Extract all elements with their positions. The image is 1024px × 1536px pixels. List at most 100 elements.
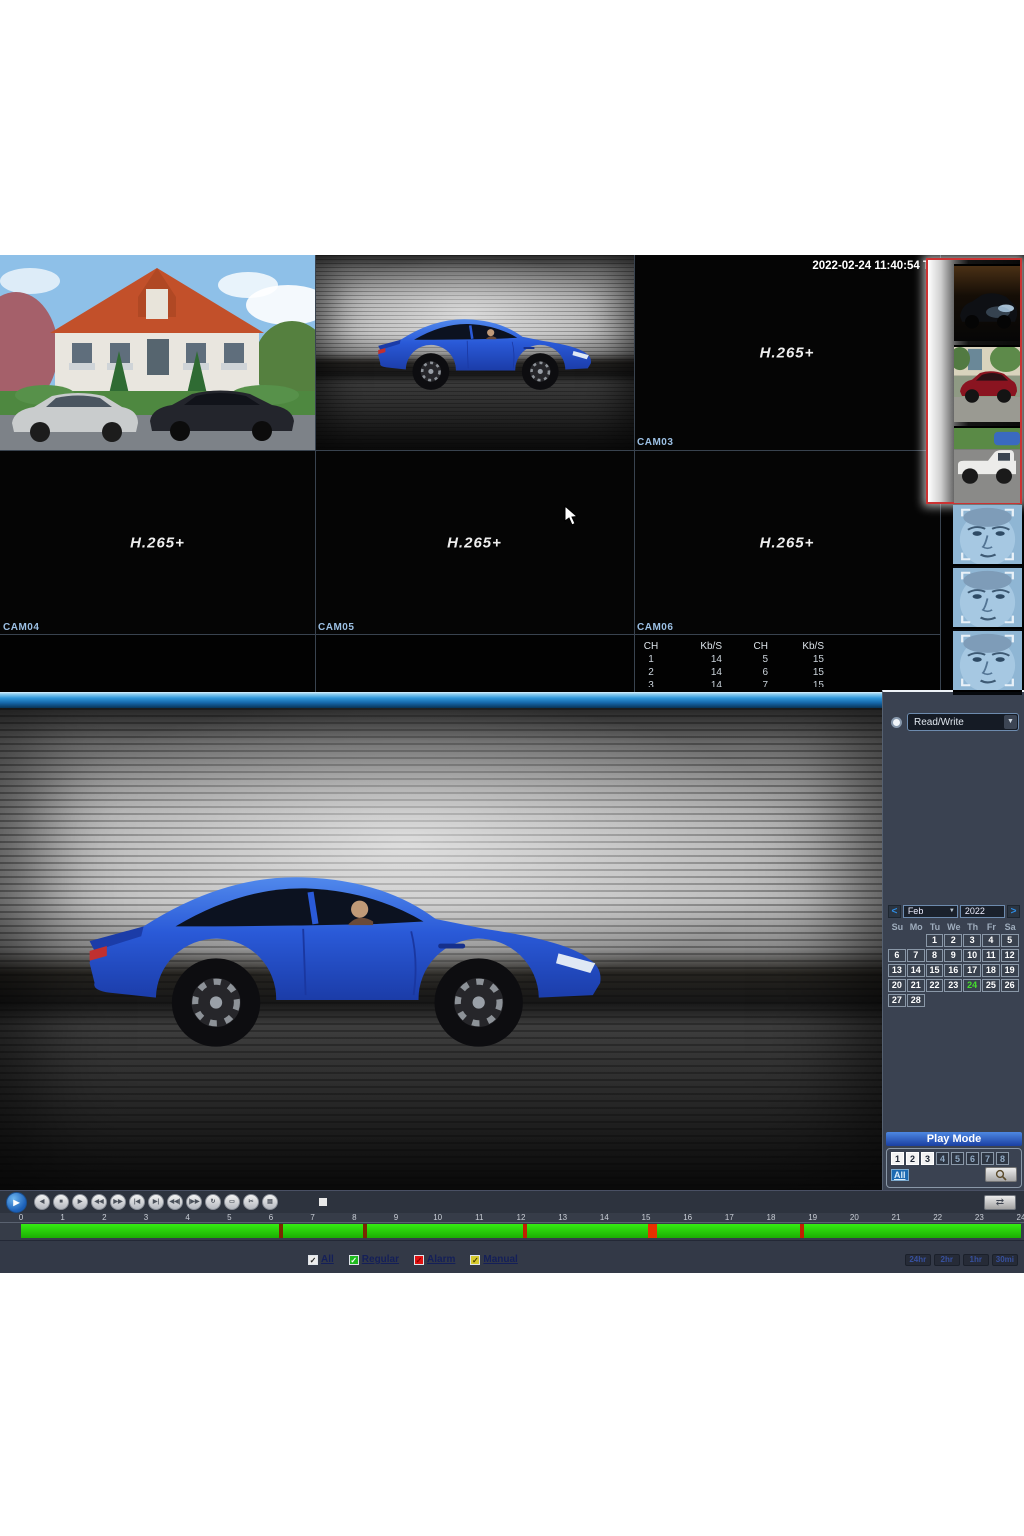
- camera-view-cam04[interactable]: H.265+ CAM04: [0, 450, 315, 635]
- calendar-day-11[interactable]: 11: [982, 949, 1000, 962]
- legend-item-manual[interactable]: ✓Manual: [470, 1254, 517, 1265]
- calendar-day-13[interactable]: 13: [888, 964, 906, 977]
- record-indicator-square: [319, 1198, 327, 1206]
- loop-button[interactable]: ↻: [205, 1194, 221, 1210]
- all-channels-button[interactable]: All: [891, 1169, 909, 1181]
- legend-item-all[interactable]: ✓All: [308, 1254, 334, 1265]
- calendar-day-26[interactable]: 26: [1001, 979, 1019, 992]
- channel-button-1[interactable]: 1: [891, 1152, 904, 1165]
- legend-checkbox-icon[interactable]: ✓: [308, 1255, 318, 1265]
- fast-forward-button[interactable]: ▶▶: [110, 1194, 126, 1210]
- face-snapshot-2[interactable]: [953, 568, 1022, 629]
- calendar-day-24[interactable]: 24: [963, 979, 981, 992]
- legend-checkbox-icon[interactable]: ✓: [414, 1255, 424, 1265]
- calendar-next-button[interactable]: >: [1007, 905, 1020, 918]
- rewind-button[interactable]: ◀◀: [91, 1194, 107, 1210]
- face-snapshot-3[interactable]: [953, 631, 1022, 692]
- camera-view-cam03[interactable]: 2022-02-24 11:40:54 T H.265+ CAM03: [634, 255, 940, 450]
- search-button[interactable]: [985, 1167, 1017, 1182]
- legend-checkbox-icon[interactable]: ✓: [349, 1255, 359, 1265]
- legend-item-regular[interactable]: ✓Regular: [349, 1254, 399, 1265]
- event-thumbnail-red-car[interactable]: [954, 345, 1020, 422]
- range-button-1hr[interactable]: 1hr: [963, 1254, 989, 1266]
- play-button[interactable]: ▶: [6, 1192, 27, 1213]
- bitrate-cell: 3: [636, 679, 666, 687]
- calendar-day-19[interactable]: 19: [1001, 964, 1019, 977]
- calendar-day-1[interactable]: 1: [926, 934, 944, 947]
- timeline-hour-label: 19: [808, 1213, 817, 1223]
- calendar-day-23[interactable]: 23: [944, 979, 962, 992]
- calendar-day-2[interactable]: 2: [944, 934, 962, 947]
- range-button-30mi[interactable]: 30mi: [992, 1254, 1018, 1266]
- legend-checkbox-icon[interactable]: ✓: [470, 1255, 480, 1265]
- prev-file-button[interactable]: ◀◀|: [167, 1194, 183, 1210]
- timeline-hour-label: 17: [725, 1213, 734, 1223]
- next-file-button[interactable]: |▶▶: [186, 1194, 202, 1210]
- calendar-day-20[interactable]: 20: [888, 979, 906, 992]
- channel-button-4[interactable]: 4: [936, 1152, 949, 1165]
- slow-play-button[interactable]: ▶: [72, 1194, 88, 1210]
- camera-grid: 2022-02-24 11:40:54 T H.265+ CAM03 H.265…: [0, 255, 1024, 693]
- event-thumbnail-night-car[interactable]: [954, 264, 1020, 341]
- calendar-day-12[interactable]: 12: [1001, 949, 1019, 962]
- calendar-year-field[interactable]: 2022: [960, 905, 1005, 918]
- calendar-day-22[interactable]: 22: [926, 979, 944, 992]
- calendar-day-16[interactable]: 16: [944, 964, 962, 977]
- calendar-day-3[interactable]: 3: [963, 934, 981, 947]
- range-button-2hr[interactable]: 2hr: [934, 1254, 960, 1266]
- channel-button-7[interactable]: 7: [981, 1152, 994, 1165]
- calendar-day-28[interactable]: 28: [907, 994, 925, 1007]
- channel-button-3[interactable]: 3: [921, 1152, 934, 1165]
- prev-frame-button[interactable]: |◀: [129, 1194, 145, 1210]
- calendar-day-4[interactable]: 4: [982, 934, 1000, 947]
- grid-divider: [634, 255, 635, 693]
- timeline[interactable]: 0123456789101112131415161718192021222324: [0, 1213, 1024, 1240]
- hdd-status-icon: [891, 717, 902, 728]
- channel-button-8[interactable]: 8: [996, 1152, 1009, 1165]
- timeline-hour-label: 5: [227, 1213, 231, 1223]
- hdd-mode-dropdown[interactable]: Read/Write ▼: [907, 713, 1019, 731]
- legend-item-alarm[interactable]: ✓Alarm: [414, 1254, 455, 1265]
- channel-button-2[interactable]: 2: [906, 1152, 919, 1165]
- snapshot-button[interactable]: ▤: [262, 1194, 278, 1210]
- copy-button[interactable]: ▭: [224, 1194, 240, 1210]
- event-thumbnail-white-truck[interactable]: [954, 426, 1020, 503]
- codec-label-cam06: H.265+: [760, 534, 815, 551]
- timeline-hour-label: 15: [642, 1213, 651, 1223]
- calendar-day-25[interactable]: 25: [982, 979, 1000, 992]
- calendar-day-15[interactable]: 15: [926, 964, 944, 977]
- camera-view-cam05[interactable]: H.265+ CAM05: [315, 450, 634, 635]
- calendar-day-18[interactable]: 18: [982, 964, 1000, 977]
- channel-button-5[interactable]: 5: [951, 1152, 964, 1165]
- range-button-24hr[interactable]: 24hr: [905, 1254, 931, 1266]
- reverse-play-button[interactable]: ◀: [34, 1194, 50, 1210]
- calendar-day-14[interactable]: 14: [907, 964, 925, 977]
- calendar-day-5[interactable]: 5: [1001, 934, 1019, 947]
- calendar-day-7[interactable]: 7: [907, 949, 925, 962]
- camera-view-1[interactable]: [0, 255, 315, 450]
- event-thumbnails-panel[interactable]: [926, 258, 1022, 504]
- bitrate-header-cell: Kb/S: [768, 640, 824, 653]
- calendar-day-8[interactable]: 8: [926, 949, 944, 962]
- stop-button[interactable]: ■: [53, 1194, 69, 1210]
- camera-view-2[interactable]: [315, 255, 634, 450]
- calendar-month-dropdown[interactable]: Feb ▼: [903, 905, 958, 918]
- clip-button[interactable]: ✂: [243, 1194, 259, 1210]
- playback-video-view[interactable]: [0, 708, 882, 1190]
- timeline-bar[interactable]: [21, 1224, 1021, 1238]
- camera-view-cam06[interactable]: H.265+ CAM06: [634, 450, 940, 635]
- dropdown-arrow-icon[interactable]: ▼: [1004, 715, 1017, 729]
- calendar-prev-button[interactable]: <: [888, 905, 901, 918]
- calendar-day-10[interactable]: 10: [963, 949, 981, 962]
- calendar-day-9[interactable]: 9: [944, 949, 962, 962]
- channel-button-6[interactable]: 6: [966, 1152, 979, 1165]
- calendar-day-6[interactable]: 6: [888, 949, 906, 962]
- calendar-day-17[interactable]: 17: [963, 964, 981, 977]
- bitrate-cell: 7: [722, 679, 768, 687]
- calendar-day-27[interactable]: 27: [888, 994, 906, 1007]
- calendar-day-21[interactable]: 21: [907, 979, 925, 992]
- sync-playback-button[interactable]: ⇄: [984, 1195, 1016, 1210]
- face-snapshot-1[interactable]: [953, 505, 1022, 566]
- next-frame-button[interactable]: ▶|: [148, 1194, 164, 1210]
- bitrate-cell: 5: [722, 653, 768, 666]
